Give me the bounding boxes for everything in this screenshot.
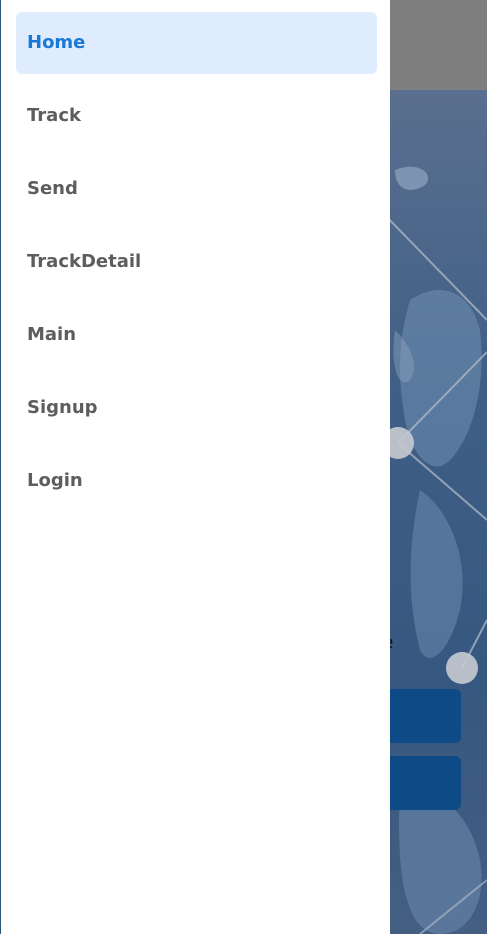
drawer-item-login[interactable]: Login <box>16 450 377 512</box>
drawer-item-main[interactable]: Main <box>16 304 377 366</box>
app-screen: one Home Track Send TrackDetail Main Sig… <box>0 0 487 934</box>
drawer-item-home[interactable]: Home <box>16 12 377 74</box>
drawer-item-track[interactable]: Track <box>16 85 377 147</box>
drawer-menu: Home Track Send TrackDetail Main Signup … <box>16 12 377 523</box>
drawer-item-trackdetail[interactable]: TrackDetail <box>16 231 377 293</box>
drawer-item-send[interactable]: Send <box>16 158 377 220</box>
drawer-item-signup[interactable]: Signup <box>16 377 377 439</box>
navigation-drawer: Home Track Send TrackDetail Main Signup … <box>0 0 390 934</box>
